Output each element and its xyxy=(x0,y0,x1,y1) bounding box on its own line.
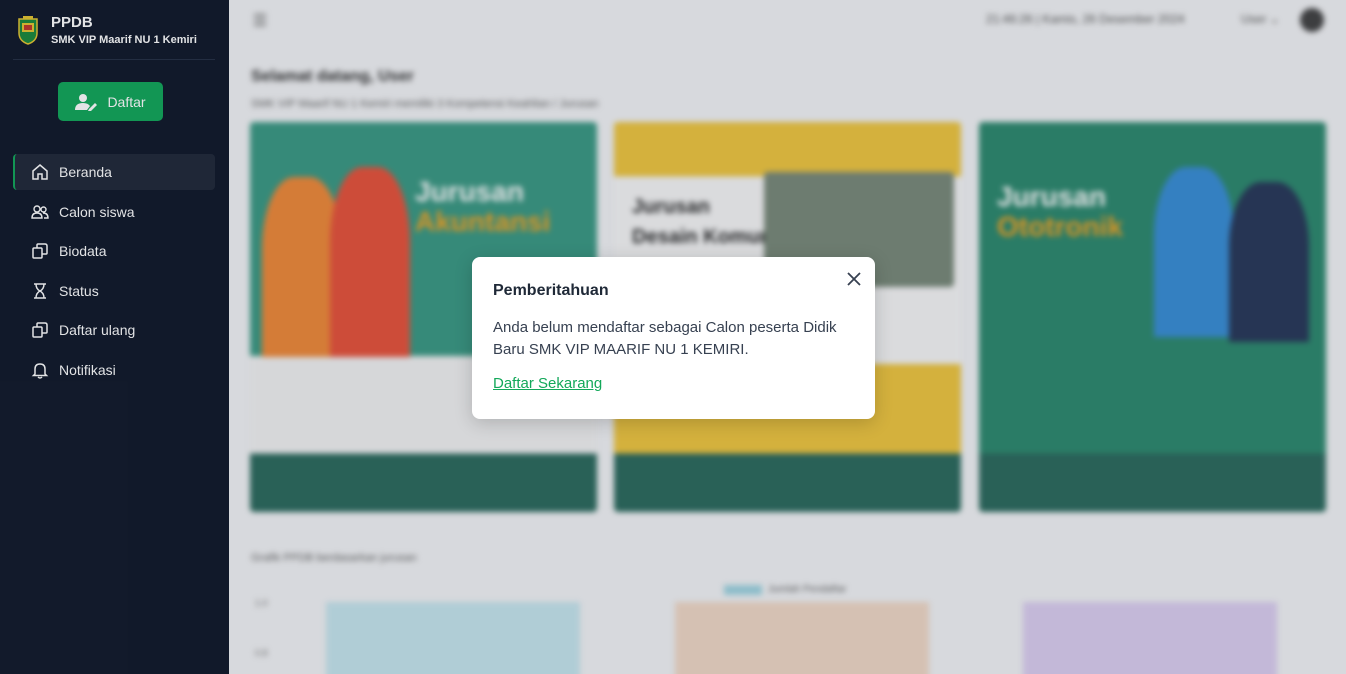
modal-message: Anda belum mendaftar sebagai Calon peser… xyxy=(493,319,837,358)
close-icon[interactable] xyxy=(845,270,863,288)
register-now-link[interactable]: Daftar Sekarang xyxy=(493,375,602,392)
notification-modal: Pemberitahuan Anda belum mendaftar sebag… xyxy=(472,257,875,419)
modal-title: Pemberitahuan xyxy=(493,282,609,299)
